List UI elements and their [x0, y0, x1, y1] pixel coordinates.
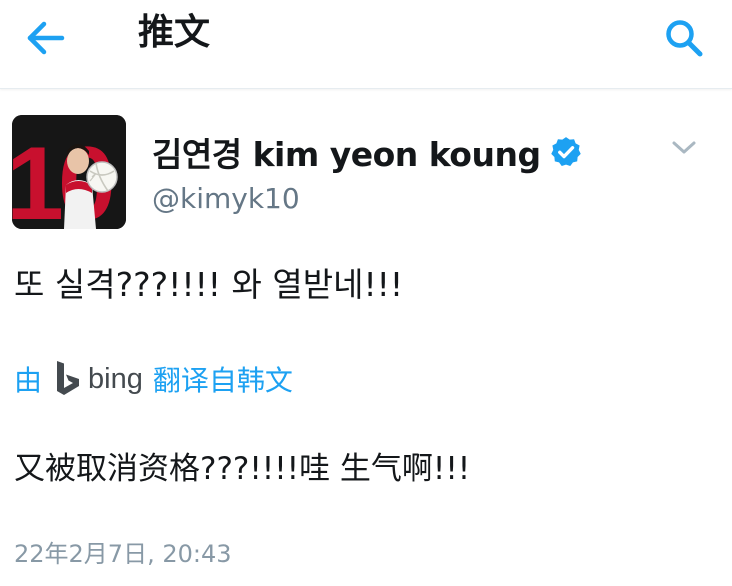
- display-name[interactable]: 김연경 kim yeon koung: [152, 128, 541, 176]
- translated-by-bing-link[interactable]: 由 bing 翻译自韩文: [14, 356, 293, 402]
- verified-badge-icon: [550, 137, 581, 167]
- arrow-left-icon: [27, 21, 65, 55]
- bing-wordmark: bing: [88, 362, 143, 395]
- user-handle[interactable]: @kimyk10: [152, 180, 300, 218]
- top-app-bar: 推文: [0, 0, 732, 89]
- avatar-image: 10: [12, 115, 126, 229]
- search-icon: [666, 20, 703, 57]
- search-button[interactable]: [658, 12, 710, 64]
- tweet-menu-button[interactable]: [664, 130, 704, 166]
- author-name-row[interactable]: 김연경 kim yeon koung: [152, 130, 583, 174]
- translated-tweet-text: 又被取消资格???!!!!哇 生气啊!!!: [14, 451, 471, 487]
- avatar[interactable]: 10: [12, 115, 126, 229]
- chevron-down-icon: [672, 141, 696, 154]
- bing-logo-icon: [57, 361, 80, 395]
- page-title: 推文: [138, 12, 211, 53]
- translate-suffix: 翻译自韩文: [152, 364, 293, 397]
- tweet-text: 또 실격???!!!! 와 열받네!!!: [14, 265, 404, 304]
- tweet-timestamp[interactable]: 22年2月7日, 20:43: [14, 534, 232, 574]
- back-button[interactable]: [22, 14, 70, 62]
- translate-prefix: 由: [14, 364, 43, 397]
